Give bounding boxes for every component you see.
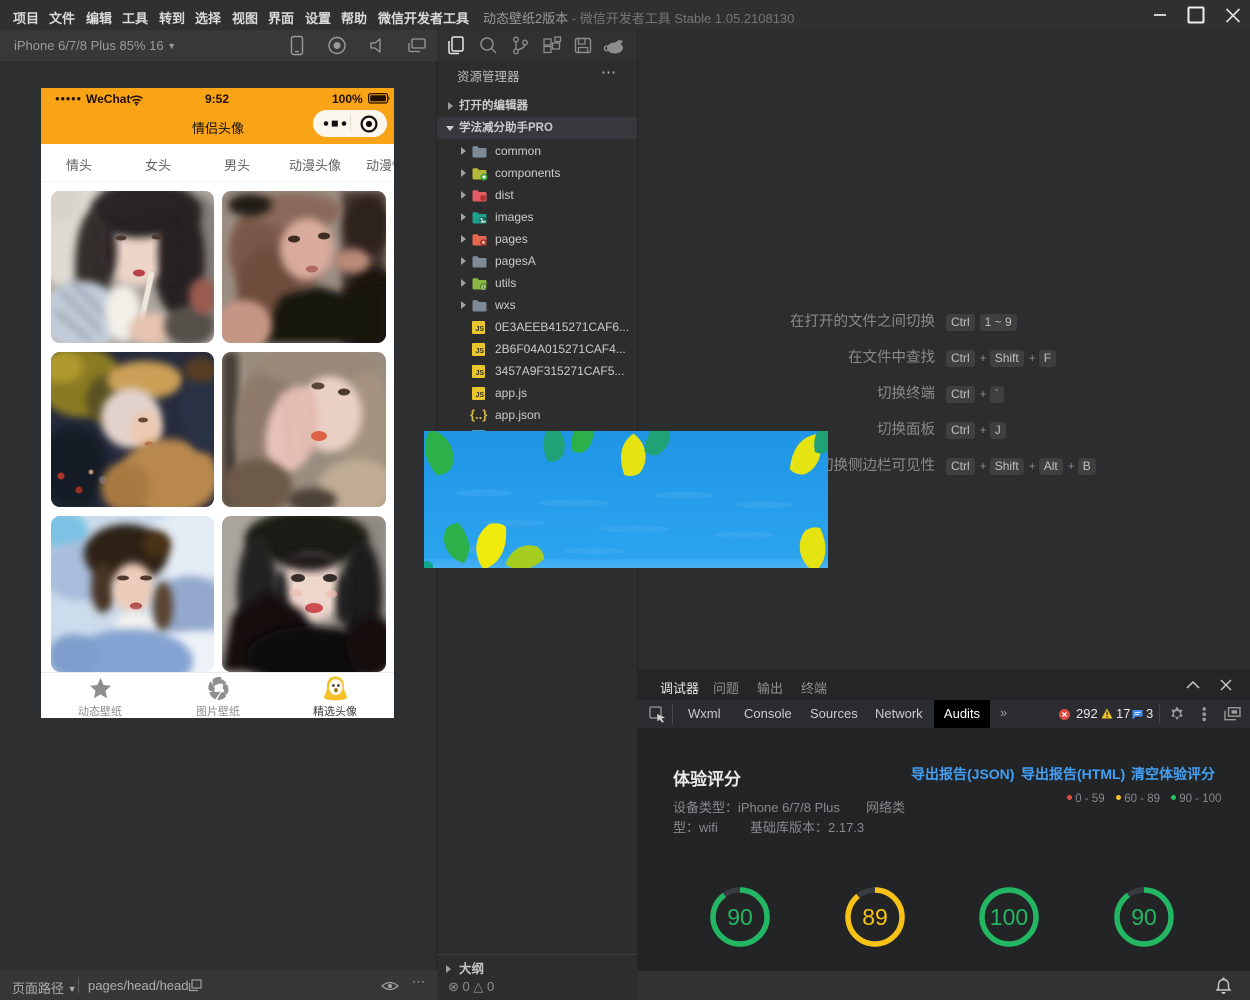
svg-text:@: @ xyxy=(480,285,486,291)
svg-text:89: 89 xyxy=(862,904,888,930)
svg-text:90: 90 xyxy=(1131,904,1157,930)
svg-text:90: 90 xyxy=(727,904,753,930)
svg-text:100: 100 xyxy=(990,904,1028,930)
